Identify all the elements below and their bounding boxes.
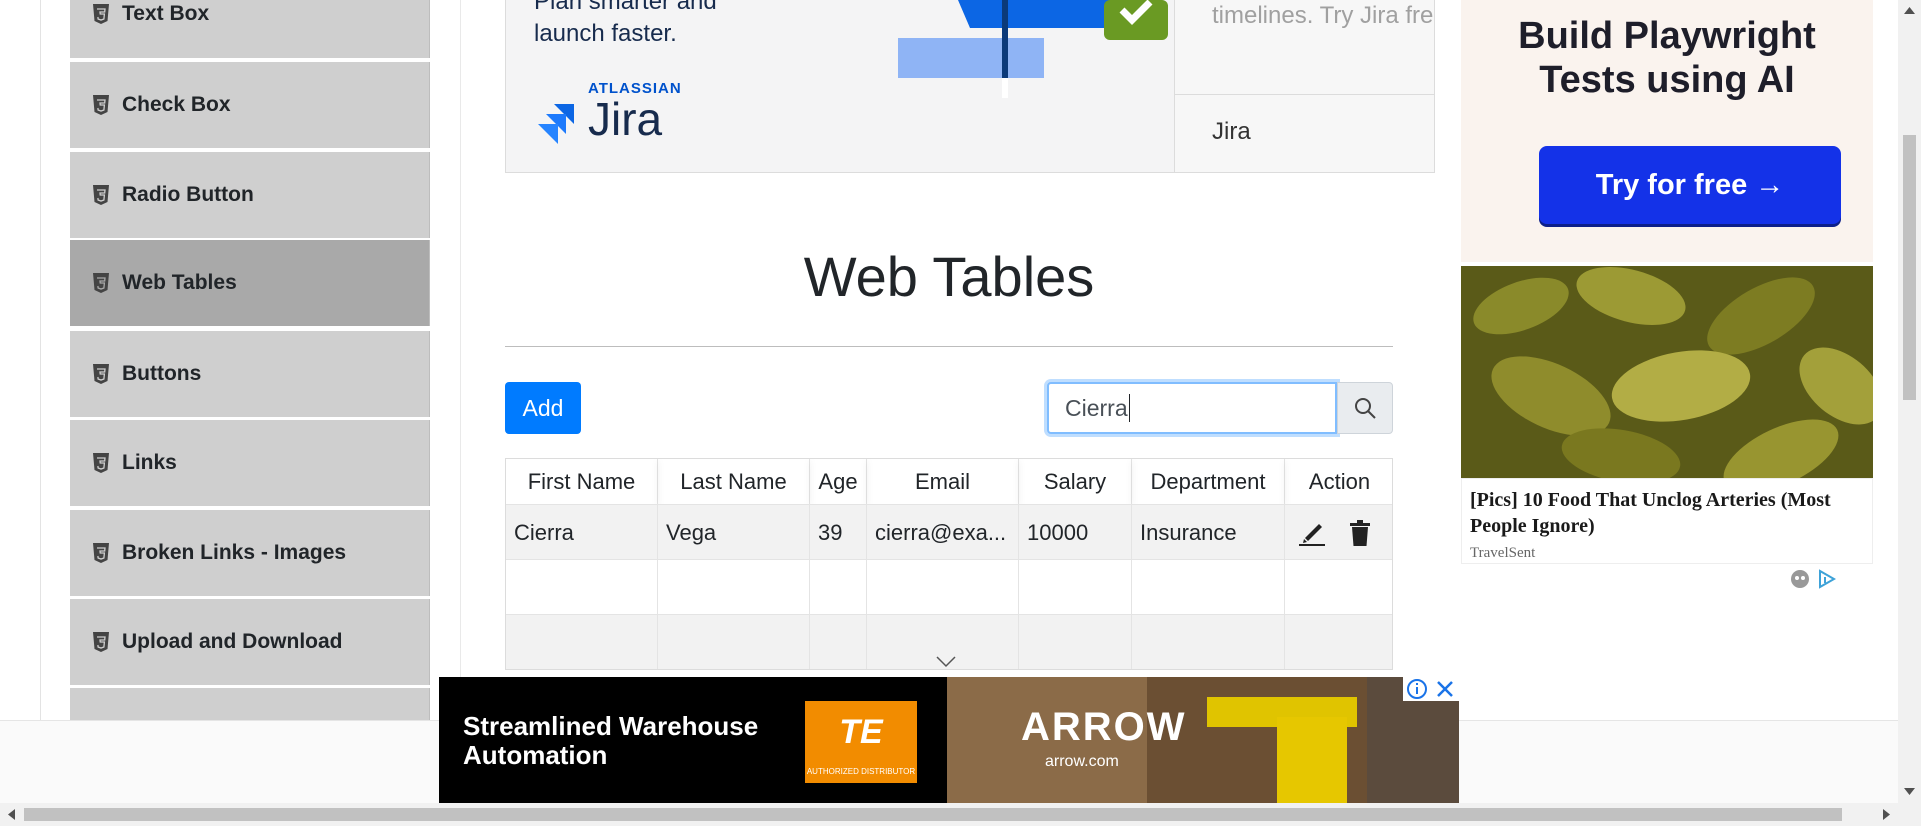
cell-first-name: Cierra: [506, 505, 658, 560]
sidebar-item-check-box[interactable]: Check Box: [70, 62, 430, 148]
edit-icon[interactable]: [1297, 519, 1327, 547]
jira-ad-right-brand: Jira: [1212, 118, 1251, 145]
column-header-action[interactable]: Action: [1285, 459, 1392, 504]
table-row-empty: [506, 559, 1392, 615]
adchoices-icon[interactable]: [1817, 568, 1837, 590]
scroll-up-icon[interactable]: [1904, 6, 1915, 14]
scroll-right-icon[interactable]: [1883, 809, 1891, 820]
sidebar-item-links[interactable]: Links: [70, 420, 430, 506]
pickles-photo: [1461, 266, 1873, 478]
jira-ad-left-panel: Plan smarter and launch faster. ATLASSIA…: [506, 0, 1175, 172]
te-logo-text: TE: [839, 713, 883, 751]
add-button[interactable]: Add: [505, 382, 581, 434]
te-logo-subtext: AUTHORIZED DISTRIBUTOR: [806, 767, 916, 776]
search-input[interactable]: Cierra: [1047, 382, 1337, 434]
cell-age: 39: [810, 505, 867, 560]
jira-ad-tagline: Plan smarter and launch faster.: [534, 0, 717, 50]
info-icon[interactable]: [1403, 677, 1431, 701]
sidebar-item-upload-and-download[interactable]: Upload and Download: [70, 599, 430, 685]
cell-salary: 10000: [1019, 505, 1132, 560]
column-header-email[interactable]: Email: [867, 459, 1019, 504]
page-title: Web Tables: [803, 245, 1095, 308]
text-caret: [1128, 394, 1130, 422]
jira-logo-icon: [538, 104, 574, 144]
html5-icon: [93, 364, 109, 384]
sidebar-item-label: Buttons: [122, 362, 202, 385]
playwright-ad-panel: Build Playwright Tests using AI Try for …: [1461, 0, 1873, 262]
vertical-scrollbar-thumb[interactable]: [1903, 135, 1916, 400]
sidebar-item-broken-links-images[interactable]: Broken Links - Images: [70, 510, 430, 596]
jira-ad-separator: [1174, 94, 1436, 95]
html5-icon: [93, 4, 109, 24]
sidebar-item-web-tables[interactable]: Web Tables: [70, 240, 430, 326]
cell-department: Insurance: [1132, 505, 1285, 560]
ad-source: TravelSent: [1470, 545, 1536, 561]
sidebar-item-label: Text Box: [122, 2, 210, 25]
sidebar-item-label: Broken Links - Images: [122, 541, 347, 564]
jira-ad-illustration: [898, 0, 1168, 98]
jira-ad-right-text: timelines. Try Jira fre: [1212, 2, 1434, 29]
jira-ad-banner[interactable]: Plan smarter and launch faster. ATLASSIA…: [505, 0, 1436, 173]
content-divider: [460, 0, 461, 720]
column-header-last-name[interactable]: Last Name: [658, 459, 810, 504]
column-header-first-name[interactable]: First Name: [506, 459, 658, 504]
title-divider: [505, 346, 1393, 347]
column-header-age[interactable]: Age: [810, 459, 867, 504]
search-input-value: Cierra: [1065, 394, 1128, 421]
scroll-left-icon[interactable]: [7, 809, 15, 820]
jira-wordmark: Jira: [588, 93, 663, 145]
ad-privacy-icon[interactable]: [1789, 568, 1811, 590]
delete-icon[interactable]: [1349, 519, 1371, 547]
playwright-ad-title: Build Playwright Tests using AI: [1461, 14, 1873, 102]
sidebar-item-radio-button[interactable]: Radio Button: [70, 152, 430, 238]
sidebar-item-text-box[interactable]: Text Box: [70, 0, 430, 58]
horizontal-scrollbar-thumb[interactable]: [24, 808, 1842, 821]
playwright-ad[interactable]: Build Playwright Tests using AI Try for …: [1435, 0, 1875, 706]
column-header-department[interactable]: Department: [1132, 459, 1285, 504]
arrow-logo: ARROW: [1021, 705, 1187, 749]
close-icon[interactable]: [1431, 677, 1459, 701]
jira-ad-tagline-line1: Plan smarter and: [534, 0, 717, 15]
sidebar-item-label: Check Box: [122, 93, 231, 116]
te-logo: TE AUTHORIZED DISTRIBUTOR: [805, 701, 917, 783]
sidebar-item-label: Web Tables: [122, 271, 237, 294]
column-header-salary[interactable]: Salary: [1019, 459, 1132, 504]
horizontal-scrollbar[interactable]: [0, 803, 1898, 826]
jira-ad-tagline-line2: launch faster.: [534, 20, 677, 47]
try-for-free-button[interactable]: Try for free →: [1539, 146, 1841, 224]
web-table: First Name Last Name Age Email Salary De…: [505, 458, 1393, 670]
pickles-image[interactable]: [1461, 266, 1873, 478]
html5-icon: [93, 273, 109, 293]
vertical-scrollbar[interactable]: [1898, 0, 1921, 826]
ad-caption[interactable]: [Pics] 10 Food That Unclog Arteries (Mos…: [1461, 478, 1873, 564]
search-icon: [1355, 398, 1376, 419]
html5-icon: [93, 185, 109, 205]
ad-caption-title: [Pics] 10 Food That Unclog Arteries (Mos…: [1470, 489, 1831, 537]
sidebar-item-label: Links: [122, 451, 177, 474]
bottom-ad-headline-line2: Automation: [463, 740, 608, 770]
table-row: Cierra Vega 39 cierra@exa... 10000 Insur…: [506, 504, 1392, 560]
sidebar-item-buttons[interactable]: Buttons: [70, 331, 430, 417]
arrow-url: arrow.com: [1045, 753, 1119, 770]
playwright-ad-title-line1: Build Playwright: [1518, 15, 1816, 57]
left-divider: [40, 0, 41, 720]
sidebar-item-label: Radio Button: [122, 183, 254, 206]
bottom-ad-banner[interactable]: Streamlined Warehouse Automation TE AUTH…: [439, 677, 1459, 803]
html5-icon: [93, 632, 109, 652]
sidebar-item-label: Upload and Download: [122, 630, 343, 653]
html5-icon: [93, 453, 109, 473]
cell-email: cierra@exa...: [867, 505, 1019, 560]
scroll-down-icon[interactable]: [1904, 788, 1915, 796]
cell-action: [1285, 505, 1392, 560]
cell-last-name: Vega: [658, 505, 810, 560]
bottom-ad-headline: Streamlined Warehouse Automation: [463, 712, 758, 770]
chevron-down-icon[interactable]: [936, 656, 956, 668]
ad-controls: [1403, 677, 1459, 701]
html5-icon: [93, 543, 109, 563]
sidebar-item-partial[interactable]: [70, 688, 430, 720]
search-button[interactable]: [1337, 382, 1393, 434]
bottom-ad-headline-line1: Streamlined Warehouse: [463, 711, 759, 741]
html5-icon: [93, 95, 109, 115]
playwright-ad-title-line2: Tests using AI: [1539, 59, 1795, 101]
